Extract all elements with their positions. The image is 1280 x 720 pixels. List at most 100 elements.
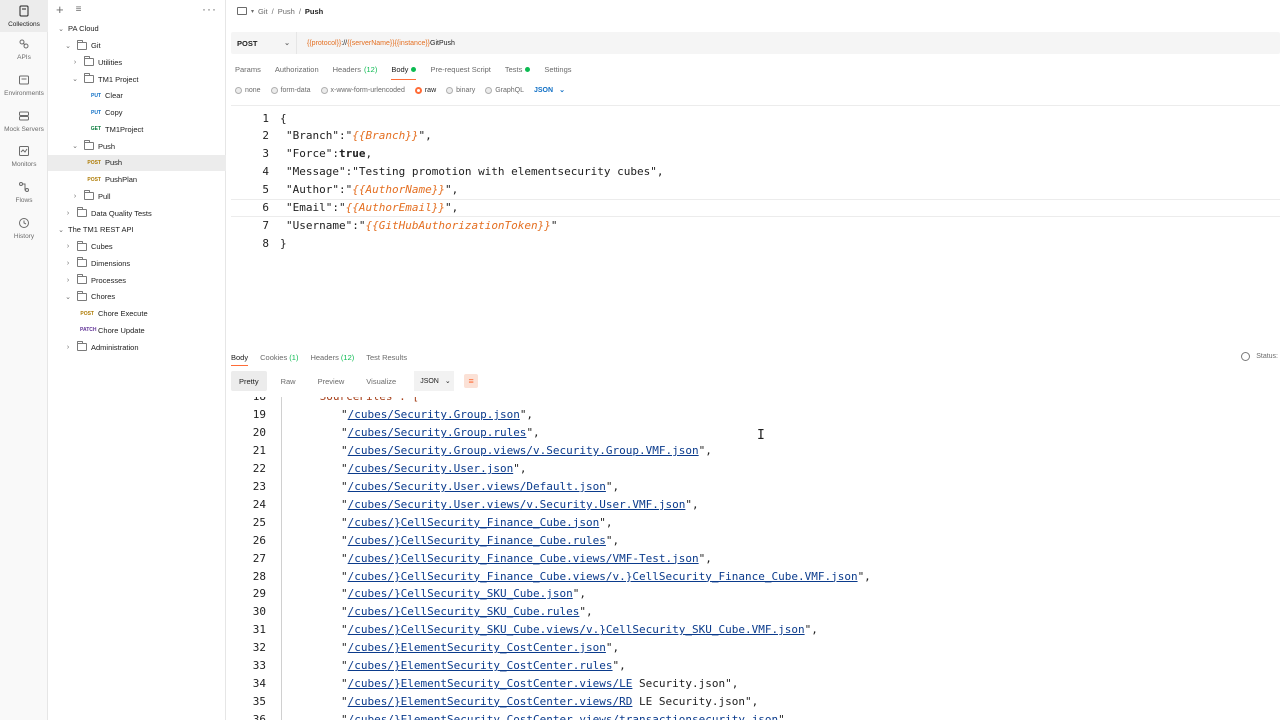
chevron-right-icon[interactable]: › <box>63 344 73 351</box>
url-input[interactable]: {{protocol}}://{{serverName}} {{instance}… <box>297 32 1280 54</box>
method-badge: POST <box>80 310 94 317</box>
body-type-form-data[interactable]: form-data <box>270 86 311 94</box>
rail-item-history[interactable]: History <box>0 210 48 246</box>
json-variable: {{Branch}} <box>352 129 419 143</box>
tab-settings[interactable]: Settings <box>544 62 571 76</box>
request-item[interactable]: PUT Clear <box>48 88 226 105</box>
response-body-viewer[interactable]: 18"SourceFiles": [19"/cubes/Security.Gro… <box>231 397 1280 720</box>
file-link[interactable]: /cubes/}CellSecurity_SKU_Cube.views/v.}C… <box>348 623 805 636</box>
file-link[interactable]: /cubes/}CellSecurity_SKU_Cube.rules <box>348 605 580 618</box>
rail-item-environments[interactable]: Environments <box>0 68 48 104</box>
file-link[interactable]: /cubes/}CellSecurity_Finance_Cube.rules <box>348 534 606 547</box>
chevron-down-icon[interactable]: ⌄ <box>63 42 73 50</box>
file-link[interactable]: /cubes/Security.User.views/v.Security.Us… <box>348 498 686 511</box>
language-select[interactable]: JSON ⌄ <box>534 86 565 95</box>
folder-item[interactable]: › Data Quality Tests <box>48 205 226 222</box>
plus-icon[interactable]: + <box>56 2 64 17</box>
chevron-right-icon[interactable]: › <box>70 193 80 200</box>
breadcrumb-item-push-folder[interactable]: Push <box>278 7 295 16</box>
rail-item-monitors[interactable]: Monitors <box>0 139 48 175</box>
folder-item[interactable]: › Dimensions <box>48 255 226 272</box>
file-link[interactable]: /cubes/}ElementSecurity_CostCenter.rules <box>348 659 613 672</box>
wrap-lines-icon[interactable]: ≡ <box>464 374 479 388</box>
folder-item[interactable]: ⌄ Git <box>48 37 226 54</box>
folder-item[interactable]: › Utilities <box>48 54 226 71</box>
view-preview[interactable]: Preview <box>310 371 353 391</box>
filter-icon[interactable]: ≡ <box>76 4 82 15</box>
tab-tests[interactable]: Tests <box>505 62 531 76</box>
file-link[interactable]: /cubes/Security.Group.rules <box>348 426 527 439</box>
chevron-right-icon[interactable]: › <box>63 260 73 267</box>
tab-pre-request-script[interactable]: Pre-request Script <box>430 62 490 76</box>
folder-item[interactable]: › Cubes <box>48 238 226 255</box>
chevron-right-icon[interactable]: › <box>63 243 73 250</box>
file-link[interactable]: /cubes/}ElementSecurity_CostCenter.views… <box>348 695 633 708</box>
body-type-graphql[interactable]: GraphQL <box>485 86 524 94</box>
request-item[interactable]: POST Chore Execute <box>48 305 226 322</box>
file-link[interactable]: /cubes/}CellSecurity_SKU_Cube.json <box>348 587 573 600</box>
chevron-down-icon[interactable]: ⌄ <box>56 25 66 33</box>
response-tab-headers[interactable]: Headers (12) <box>310 353 354 362</box>
request-item[interactable]: POST PushPlan <box>48 171 226 188</box>
view-pretty[interactable]: Pretty <box>231 371 267 391</box>
file-link[interactable]: /cubes/}CellSecurity_Finance_Cube.views/… <box>348 552 699 565</box>
rail-item-apis[interactable]: APIs <box>0 32 48 68</box>
chevron-right-icon[interactable]: › <box>63 277 73 284</box>
file-link[interactable]: /cubes/Security.Group.json <box>348 408 520 421</box>
more-options-icon[interactable]: ··· <box>202 2 217 16</box>
chevron-down-icon[interactable]: ⌄ <box>70 75 80 83</box>
body-type-none[interactable]: none <box>235 86 261 94</box>
body-type-binary[interactable]: binary <box>446 86 475 94</box>
tab-params[interactable]: Params <box>235 62 261 76</box>
file-link[interactable]: /cubes/}ElementSecurity_CostCenter.views… <box>348 713 778 720</box>
file-link[interactable]: /cubes/}CellSecurity_Finance_Cube.views/… <box>348 570 858 583</box>
rail-item-mock-servers[interactable]: Mock Servers <box>0 103 48 139</box>
breadcrumb-item-git[interactable]: Git <box>258 7 268 16</box>
chevron-down-icon[interactable]: ⌄ <box>56 226 66 234</box>
chevron-down-icon[interactable]: ⌄ <box>63 293 73 301</box>
folder-item[interactable]: › Pull <box>48 188 226 205</box>
file-link[interactable]: /cubes/Security.User.json <box>348 462 514 475</box>
folder-item[interactable]: ⌄ Push <box>48 138 226 155</box>
folder-item[interactable]: ⌄ TM1 Project <box>48 71 226 88</box>
request-type-icon[interactable] <box>237 7 247 15</box>
response-tab-cookies[interactable]: Cookies (1) <box>260 353 298 362</box>
rail-item-flows[interactable]: Flows <box>0 175 48 211</box>
chevron-right-icon[interactable]: › <box>63 210 73 217</box>
view-visualize[interactable]: Visualize <box>358 371 404 391</box>
status-label: Status: <box>1256 353 1278 360</box>
request-item[interactable]: PUT Copy <box>48 104 226 121</box>
file-link[interactable]: /cubes/Security.Group.views/v.Security.G… <box>348 444 699 457</box>
response-tab-test-results[interactable]: Test Results <box>366 353 407 362</box>
format-select[interactable]: JSON ⌄ <box>414 371 455 391</box>
tab-headers[interactable]: Headers (12) <box>333 62 378 76</box>
file-link[interactable]: /cubes/Security.User.views/Default.json <box>348 480 606 493</box>
chevron-right-icon[interactable]: › <box>70 59 80 66</box>
body-type-raw[interactable]: raw <box>414 86 436 94</box>
view-raw[interactable]: Raw <box>273 371 304 391</box>
file-link[interactable]: /cubes/}ElementSecurity_CostCenter.json <box>348 641 606 654</box>
folder-item[interactable]: › Processes <box>48 272 226 289</box>
request-item[interactable]: PATCH Chore Update <box>48 322 226 339</box>
body-type-x-www-form-urlencoded[interactable]: x-www-form-urlencoded <box>320 86 405 94</box>
collection-item[interactable]: ⌄ PA Cloud <box>48 21 226 38</box>
radio-icon <box>485 86 493 94</box>
file-link[interactable]: /cubes/}ElementSecurity_CostCenter.views… <box>348 677 633 690</box>
folder-item[interactable]: ⌄ Chores <box>48 289 226 306</box>
chevron-down-icon[interactable]: ⌄ <box>70 142 80 150</box>
file-link[interactable]: /cubes/}CellSecurity_Finance_Cube.json <box>348 516 600 529</box>
request-body-editor[interactable]: 1{2 "Branch":"{{Branch}}", 3 "Force":true, 4… <box>231 105 1280 345</box>
rail-item-collections[interactable]: Collections <box>0 0 48 32</box>
chevron-down-icon[interactable]: ▾ <box>251 8 254 15</box>
tab-body[interactable]: Body <box>391 62 417 80</box>
request-item[interactable]: POST Push <box>48 154 226 172</box>
collection-item[interactable]: ⌄ The TM1 REST API <box>48 222 226 239</box>
monitors-icon <box>18 145 30 161</box>
request-item[interactable]: GET TM1Project <box>48 121 226 138</box>
globe-icon[interactable] <box>1241 352 1251 361</box>
response-tab-body[interactable]: Body <box>231 353 249 366</box>
tab-authorization[interactable]: Authorization <box>275 62 319 76</box>
method-select[interactable]: POST ⌄ <box>231 32 297 54</box>
folder-item[interactable]: › Administration <box>48 339 226 356</box>
breadcrumb-current[interactable]: Push <box>305 7 323 16</box>
